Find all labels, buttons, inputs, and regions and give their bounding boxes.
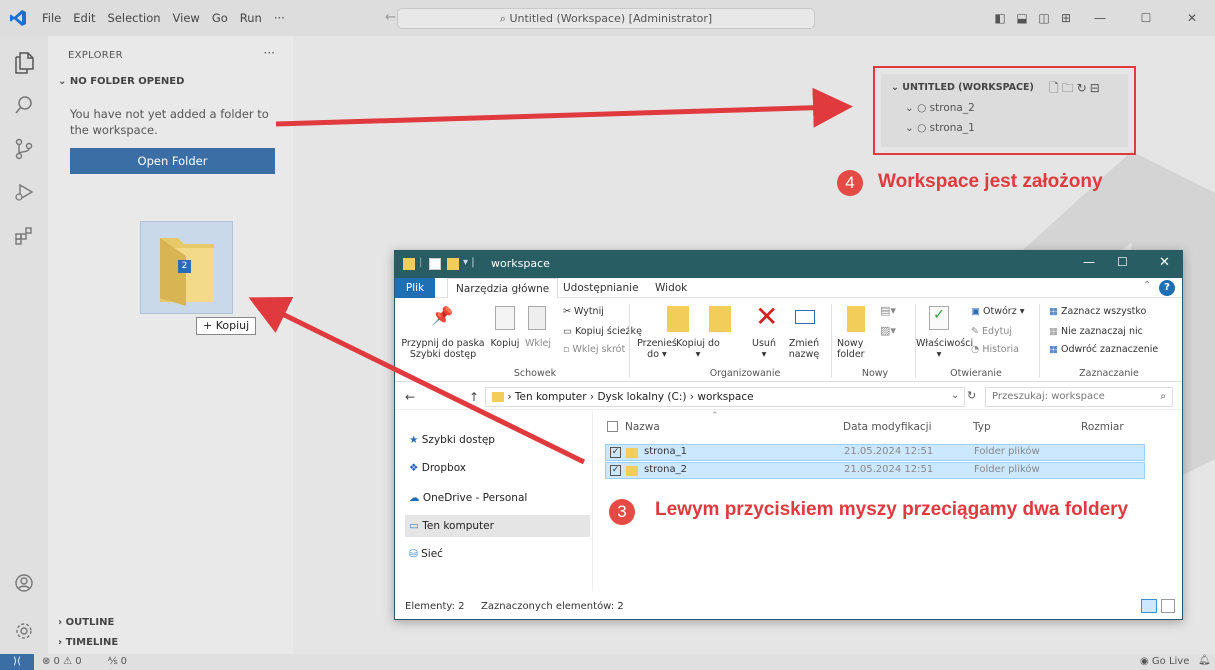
broadcast-icon: ◉ — [1140, 656, 1152, 667]
vscode-status-bar: ⟩⟨ ⊗ 0 ⚠ 0 ⅍ 0 ◉ Go Live 🔔︎ — [0, 654, 1215, 670]
problems-indicator[interactable]: ⊗ 0 ⚠ 0 — [42, 656, 82, 667]
annotation-arrows — [248, 87, 853, 465]
notifications-bell-icon[interactable]: 🔔︎ — [1198, 655, 1211, 666]
arrow-to-workspace — [275, 87, 853, 128]
go-live-label: Go Live — [1151, 656, 1190, 667]
arrow-to-drag-ghost — [248, 297, 586, 465]
ports-indicator[interactable]: ⅍ 0 — [108, 656, 127, 667]
remote-icon[interactable]: ⟩⟨ — [0, 654, 34, 670]
go-live-button[interactable]: ◉ Go Live — [1140, 656, 1189, 667]
